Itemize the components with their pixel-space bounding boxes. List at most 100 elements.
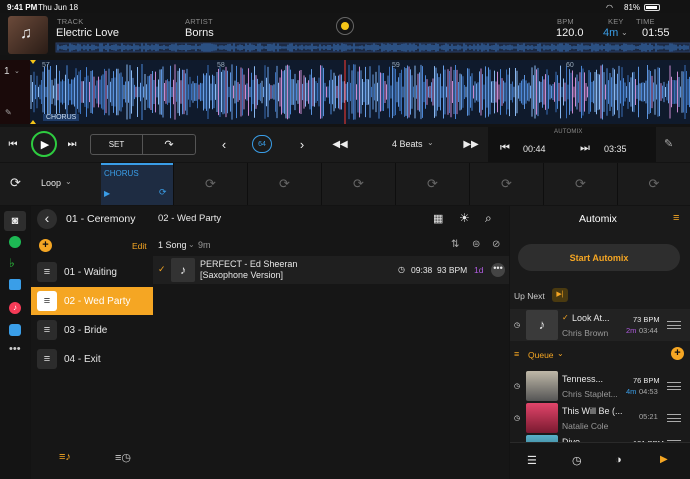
spotify-icon[interactable] (9, 236, 21, 248)
playlist-item[interactable]: ≡ 04 - Exit (31, 345, 153, 373)
play-icon: ▶ (40, 138, 50, 151)
queue-track[interactable]: ◷ Tenness... Chris Staplet... 76 BPM 4m … (510, 370, 690, 402)
start-automix-button[interactable]: Start Automix (518, 244, 680, 271)
empty-loop-slot[interactable]: ⟳ (173, 163, 247, 205)
empty-loop-slot[interactable]: ⟳ (247, 163, 321, 205)
status-time: 9:41 PM (7, 3, 38, 12)
beat-jump-forward-icon[interactable]: ▶▶ (463, 136, 478, 152)
pad-mode[interactable]: Loop (41, 178, 61, 188)
empty-loop-slot[interactable]: ⟳ (469, 163, 543, 205)
key-value[interactable]: 4m (603, 27, 618, 39)
soundcloud-icon[interactable]: ♭ (9, 256, 15, 270)
add-to-queue-button[interactable]: + (671, 347, 684, 360)
skip-back-icon[interactable]: ⏮ (500, 142, 510, 155)
playlist-duration: 9m (198, 240, 211, 250)
loop-double-button[interactable]: › (296, 135, 308, 153)
play-button[interactable]: ▶ (31, 131, 57, 157)
set-cue-button[interactable]: SET (91, 135, 144, 154)
playlist-icon: ≡ (37, 291, 57, 311)
playlist-panel: ‹ 01 - Ceremony + Edit ≡ 01 - Waiting ≡ … (31, 206, 153, 479)
track-bpm: 76 BPM (633, 376, 660, 385)
list-icon[interactable]: ≡ (673, 212, 679, 224)
bpm-value[interactable]: 120.0 (556, 27, 584, 39)
track-row[interactable]: ✓ ♪ PERFECT - Ed Sheeran [Saxophone Vers… (153, 256, 509, 284)
automix-play-icon[interactable]: ▶ (660, 454, 668, 465)
add-playlist-button[interactable]: + (39, 239, 52, 252)
skip-forward-icon[interactable]: ⏭ (580, 142, 590, 155)
skip-forward-icon[interactable]: ⏭ (65, 136, 79, 152)
beat-jump-size[interactable]: 4 Beats (392, 139, 423, 149)
search-icon[interactable]: ⌕ (485, 211, 492, 226)
key-caption: KEY (608, 17, 624, 26)
track-time: 04:53 (639, 387, 658, 396)
battery-percent: 81% (624, 3, 641, 12)
automix-panel: AUTOMIX ⏮ 00:44 ⏭ 03:35 (488, 127, 656, 162)
playlist-folder-title: 01 - Ceremony (66, 213, 136, 225)
edit-button[interactable]: Edit (132, 241, 147, 251)
clock-icon[interactable]: ◷ (572, 454, 582, 467)
track-key: 2m (626, 326, 637, 335)
sync-indicator[interactable] (336, 17, 354, 35)
wifi-icon: ◠ (606, 3, 613, 12)
back-button[interactable]: ‹ (37, 209, 57, 229)
upnext-track[interactable]: ◷ ♪ ✓ Look At... Chris Brown 73 BPM 2m 0… (510, 309, 690, 341)
beat-jump-back-icon[interactable]: ◀◀ (332, 136, 347, 152)
drag-handle-icon[interactable] (667, 414, 681, 422)
clock-icon: ◷ (514, 415, 521, 422)
loop-size-button[interactable]: 64 (252, 135, 272, 153)
playlist-label: 01 - Waiting (64, 266, 117, 278)
playlist-item-selected[interactable]: ≡ 02 - Wed Party (31, 287, 153, 315)
playlist-item[interactable]: ≡ 03 - Bride (31, 316, 153, 344)
playlist-view-icon[interactable]: ≡♪ (59, 451, 71, 463)
play-icon: ▶ (104, 189, 111, 198)
loop-halve-button[interactable]: ‹ (218, 135, 230, 153)
queue-label[interactable]: Queue (528, 350, 554, 360)
status-bar: 9:41 PM Thu Jun 18 ◠ 81% (0, 0, 690, 13)
compass-icon[interactable]: ⊘ (492, 239, 500, 250)
chevron-down-icon: ⌄ (427, 138, 434, 147)
drag-handle-icon[interactable] (667, 382, 681, 390)
grid-view-icon[interactable]: ▦ (433, 212, 443, 225)
empty-loop-slot[interactable]: ⟳ (321, 163, 395, 205)
brightness-icon[interactable]: ☀ (459, 211, 470, 225)
more-options-icon[interactable]: ••• (491, 263, 505, 277)
add-loop-icon: ⟳ (205, 176, 216, 191)
played-check-icon: ✓ (158, 264, 166, 274)
files-icon[interactable] (9, 279, 21, 290)
list-icon[interactable]: ☰ (527, 454, 537, 467)
bar-marker: 58 (217, 62, 225, 69)
transition-icon[interactable]: ◑ (615, 454, 622, 466)
library-icon[interactable]: ◙ (4, 211, 26, 231)
automix-title: Automix (579, 213, 617, 225)
empty-loop-slot[interactable]: ⟳ (395, 163, 469, 205)
track-list-panel: 02 - Wed Party ▦ ☀ ⌕ 1 Song ⌄ 9m ⇅ ⊜ ⊘ ✓… (153, 206, 509, 479)
overview-waveform[interactable] (0, 40, 690, 55)
history-view-icon[interactable]: ≡◷ (115, 451, 131, 464)
clock-icon: ◷ (398, 265, 405, 274)
main-waveform[interactable]: 1 ⌄ ✎ 57 58 59 60 CHORUS (0, 60, 690, 124)
album-art (526, 403, 558, 433)
skip-back-icon[interactable]: ⏮ (6, 136, 20, 152)
empty-loop-slot[interactable]: ⟳ (617, 163, 690, 205)
track-artwork-icon: ♪ (171, 258, 195, 282)
apple-music-icon[interactable]: ♪ (9, 302, 21, 314)
add-loop-icon: ⟳ (427, 176, 438, 191)
redo-icon[interactable]: ↷ (143, 135, 195, 154)
filter-icon[interactable]: ⊜ (472, 239, 480, 250)
played-check-icon: ✓ (562, 313, 569, 322)
tidal-icon[interactable] (9, 324, 21, 336)
cue-controls: SET ↷ (90, 134, 196, 155)
empty-loop-slot[interactable]: ⟳ (543, 163, 617, 205)
queue-track[interactable]: ◷ This Will Be (... Natalie Cole 05:21 (510, 402, 690, 434)
playlist-item[interactable]: ≡ 01 - Waiting (31, 258, 153, 286)
more-icon[interactable]: ••• (9, 343, 21, 355)
track-key: 4m (626, 387, 637, 396)
skip-next-icon[interactable]: ▶| (552, 288, 568, 302)
pencil-icon[interactable]: ✎ (664, 137, 673, 150)
sort-icon[interactable]: ⇅ (451, 239, 459, 250)
playlist-icon: ≡ (37, 262, 57, 282)
pad-row: ⟳ Loop ⌄ CHORUS ▶ ⟳ ⟳ ⟳ ⟳ ⟳ ⟳ ⟳ ⟳ (0, 163, 690, 205)
loop-pad-chorus[interactable]: CHORUS ▶ ⟳ (101, 163, 173, 205)
loop-icon[interactable]: ⟳ (10, 175, 21, 191)
drag-handle-icon[interactable] (667, 321, 681, 329)
